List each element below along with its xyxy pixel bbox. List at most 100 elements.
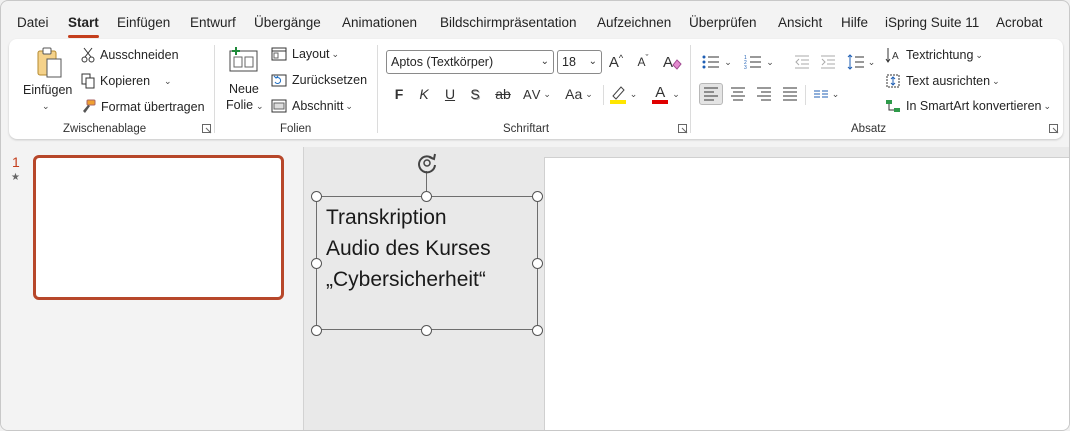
new-slide-dropdown-icon[interactable]: ⌄ [256,101,264,112]
paste-button[interactable]: Einfügen ⌄ [23,47,73,117]
animation-star-icon: ★ [11,172,20,183]
paste-dropdown-icon[interactable]: ⌄ [42,101,50,112]
align-center-button[interactable] [727,83,749,105]
tab-start[interactable]: Start [68,15,99,38]
text-shadow-button[interactable]: S [465,83,485,105]
chevron-down-icon: ⌄ [540,56,549,67]
justify-button[interactable] [779,83,801,105]
numbering-button[interactable]: 123 ⌄ [741,51,777,73]
bullets-button[interactable]: ⌄ [699,51,735,73]
align-left-icon [704,87,718,101]
slide-number: 1 [12,154,20,170]
paste-label: Einfügen [23,83,73,97]
resize-handle-bottom-right[interactable] [532,325,543,336]
resize-handle-bottom[interactable] [421,325,432,336]
columns-icon [813,90,828,98]
tab-aufzeichnen[interactable]: Aufzeichnen [597,15,671,30]
chevron-down-icon: ⌄ [588,56,597,67]
font-launcher-icon[interactable] [678,124,688,134]
resize-handle-bottom-left[interactable] [311,325,322,336]
bold-button[interactable]: F [389,83,409,105]
chevron-down-icon: ⌄ [629,88,638,99]
font-size-select[interactable]: 18 ⌄ [557,50,602,74]
font-family-select[interactable]: Aptos (Textkörper) ⌄ [386,50,554,74]
tab-einfuegen[interactable]: Einfügen [117,15,170,30]
format-painter-label: Format übertragen [101,99,205,114]
new-slide-button[interactable]: Neue Folie ⌄ [223,47,265,117]
tab-acrobat[interactable]: Acrobat [996,15,1043,30]
layout-icon [271,47,287,61]
underline-button[interactable]: U [440,83,460,105]
reset-icon [271,74,287,87]
italic-button[interactable]: K [414,83,434,105]
tab-ispring[interactable]: iSpring Suite 11 [885,15,979,30]
align-text-label: Text ausrichten [906,74,991,88]
grow-font-button[interactable]: A ^ [606,51,626,73]
cut-button[interactable]: Ausschneiden [81,47,179,63]
text-direction-button[interactable]: A Textrichtung ⌄ [885,47,983,63]
text-line: „Cybersicherheit“ [326,268,486,291]
line-spacing-icon [847,54,864,70]
tab-ansicht[interactable]: Ansicht [778,15,822,30]
decrease-indent-button[interactable] [791,51,813,73]
align-left-button[interactable] [699,83,723,105]
line-spacing-button[interactable]: ⌄ [843,51,879,73]
columns-button[interactable]: ⌄ [809,83,843,105]
align-right-icon [757,87,771,101]
text-box-content[interactable]: Transkription Audio des Kurses „Cybersic… [326,202,546,295]
tab-hilfe[interactable]: Hilfe [841,15,868,30]
increase-indent-button[interactable] [817,51,839,73]
reset-button[interactable]: Zurücksetzen [271,73,367,87]
resize-handle-left[interactable] [311,258,322,269]
rotate-handle-icon[interactable] [415,151,439,175]
resize-handle-top-right[interactable] [532,191,543,202]
layout-button[interactable]: Layout ⌄ [271,47,339,61]
clipboard-launcher-icon[interactable] [202,124,212,134]
separator [214,45,215,133]
resize-handle-top[interactable] [421,191,432,202]
change-case-button[interactable]: Aa ⌄ [561,83,597,105]
highlighter-icon [609,86,626,104]
decrease-indent-icon [795,55,809,69]
text-direction-label: Textrichtung [906,48,974,62]
ribbon: Einfügen ⌄ Ausschneiden Kopieren ⌄ Forma… [9,39,1063,139]
tab-datei[interactable]: Datei [17,15,49,30]
highlight-color-button[interactable]: ⌄ [606,83,640,105]
align-right-button[interactable] [753,83,775,105]
numbered-list-icon: 123 [744,55,762,70]
clear-formatting-button[interactable]: A [661,51,683,73]
smartart-button[interactable]: In SmartArt konvertieren ⌄ [885,99,1051,113]
strikethrough-button[interactable]: ab [491,83,515,105]
tab-ueberpruefen[interactable]: Überprüfen [689,15,757,30]
copy-dropdown-icon[interactable]: ⌄ [164,76,172,87]
bullet-list-icon [702,55,720,69]
font-color-icon: A [652,85,669,104]
resize-handle-top-left[interactable] [311,191,322,202]
section-button[interactable]: Abschnitt ⌄ [271,99,353,113]
grow-font-icon: A [608,53,619,71]
svg-text:3: 3 [744,65,747,70]
svg-text:A: A [892,51,899,62]
change-case-icon: Aa [565,86,583,102]
character-spacing-button[interactable]: AV ⌄ [519,83,555,105]
section-label: Abschnitt [292,99,344,113]
resize-handle-right[interactable] [532,258,543,269]
tab-uebergaenge[interactable]: Übergänge [254,15,321,30]
format-painter-button[interactable]: Format übertragen [81,99,205,114]
clear-formatting-icon: A [663,54,682,71]
font-color-button[interactable]: A ⌄ [649,83,683,105]
paragraph-launcher-icon[interactable] [1049,124,1059,134]
ribbon-tabs: Datei Start Einfügen Entwurf Übergänge A… [1,1,1069,39]
shrink-font-button[interactable]: Aˇ [633,51,653,73]
align-text-button[interactable]: Text ausrichten ⌄ [885,73,1000,89]
chevron-down-icon: ⌄ [831,88,840,99]
slide-canvas[interactable] [544,157,1069,430]
tab-animationen[interactable]: Animationen [342,15,417,30]
slide-thumbnail[interactable] [33,155,284,300]
copy-button[interactable]: Kopieren ⌄ [81,73,172,89]
text-direction-icon: A [885,48,899,63]
shrink-font-icon: A [637,55,646,69]
new-slide-label-2: Folie [226,98,254,112]
tab-entwurf[interactable]: Entwurf [190,15,236,30]
tab-bildschirmpraesentation[interactable]: Bildschirmpräsentation [440,15,577,30]
